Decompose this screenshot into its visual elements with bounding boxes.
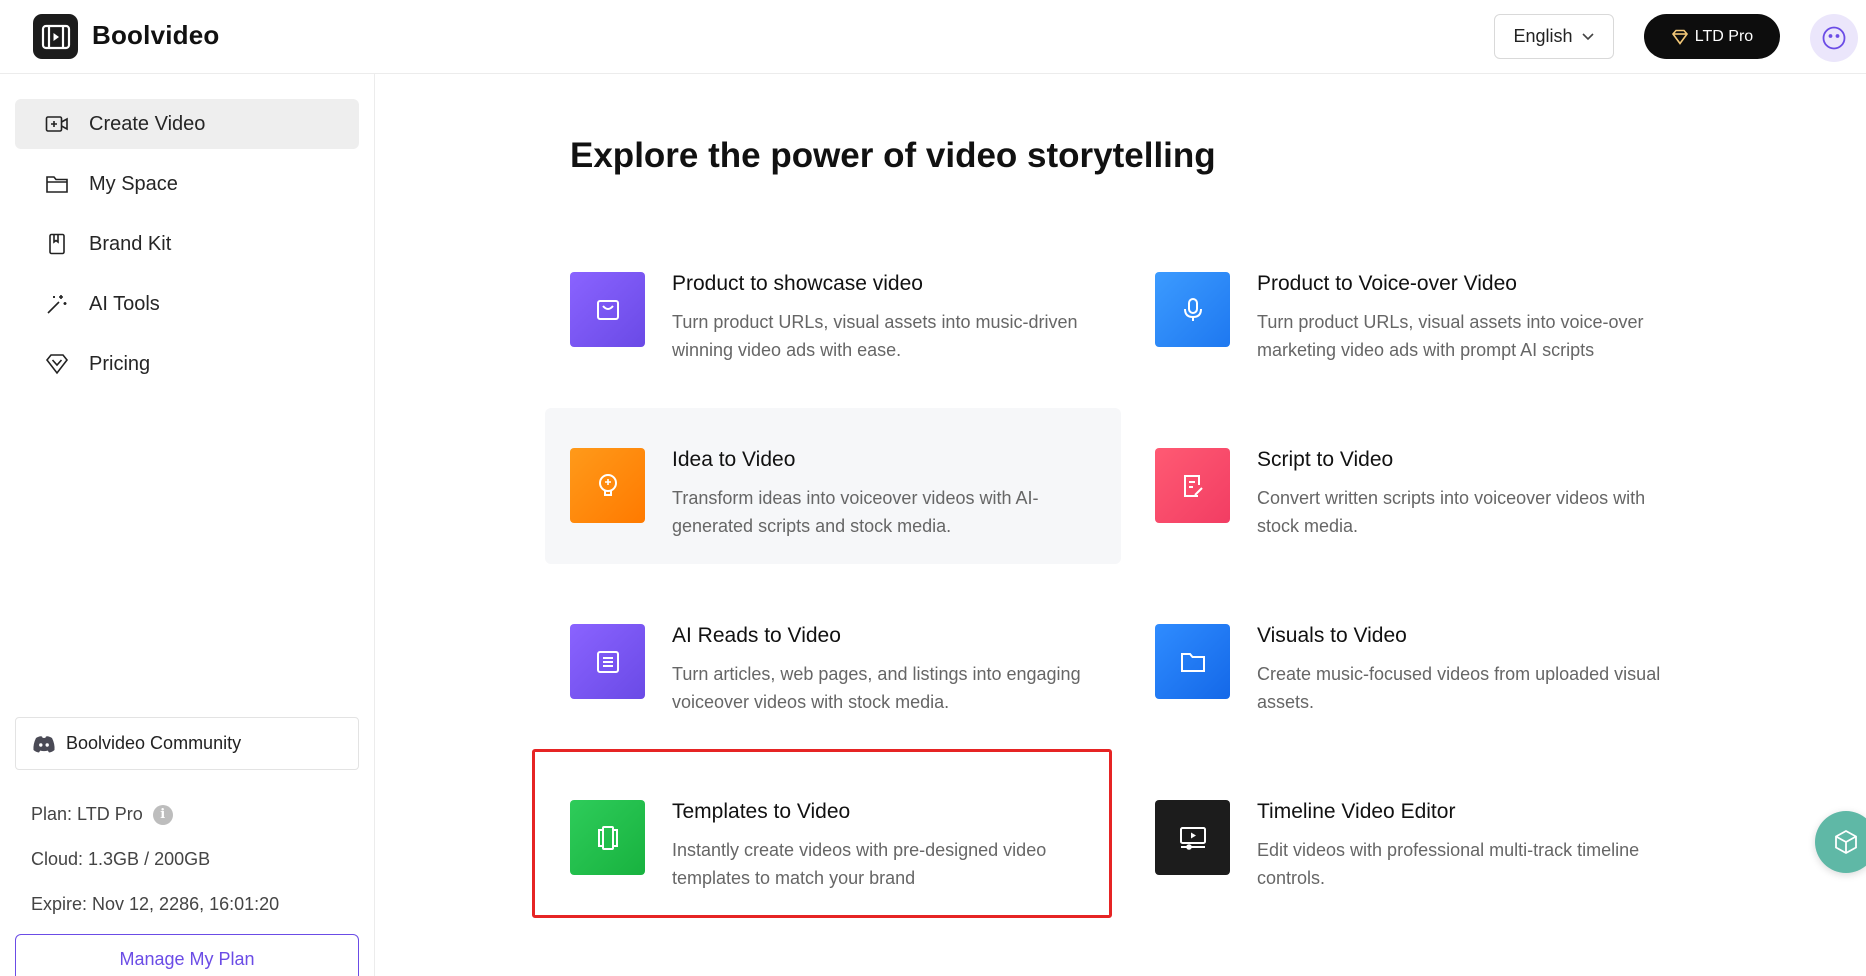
folder-icon <box>46 176 68 193</box>
card-product-to-voice-over-video[interactable]: Product to Voice-over Video Turn product… <box>1130 232 1706 388</box>
card-visuals-to-video[interactable]: Visuals to Video Create music-focused vi… <box>1130 584 1706 740</box>
info-icon[interactable]: i <box>152 804 173 825</box>
card-title: Templates to Video <box>672 800 851 823</box>
template-icon <box>570 800 645 875</box>
sidebar-item-label: My Space <box>89 172 178 195</box>
card-script-to-video[interactable]: Script to Video Convert written scripts … <box>1130 408 1706 564</box>
floating-help-button[interactable] <box>1815 811 1866 873</box>
sidebar-item-my-space[interactable]: My Space <box>15 159 359 209</box>
cloud-usage: Cloud: 1.3GB / 200GB <box>31 849 210 870</box>
shopping-bag-icon <box>570 272 645 347</box>
discord-icon <box>33 735 55 752</box>
card-ai-reads-to-video[interactable]: AI Reads to Video Turn articles, web pag… <box>545 584 1121 740</box>
lightbulb-icon <box>570 448 645 523</box>
card-title: AI Reads to Video <box>672 624 841 647</box>
manage-plan-button[interactable]: Manage My Plan <box>15 934 359 976</box>
card-templates-to-video[interactable]: Templates to Video Instantly create vide… <box>545 760 1121 916</box>
sidebar-item-label: Create Video <box>89 112 206 135</box>
script-edit-icon <box>1155 448 1230 523</box>
video-plus-icon <box>45 116 68 132</box>
card-description: Convert written scripts into voiceover v… <box>1257 488 1646 536</box>
folder-icon <box>1155 624 1230 699</box>
language-label: English <box>1513 26 1573 46</box>
community-label: Boolvideo Community <box>66 733 242 753</box>
card-title: Product to showcase video <box>672 272 923 295</box>
card-title: Idea to Video <box>672 448 796 471</box>
sidebar-item-pricing[interactable]: Pricing <box>15 339 359 389</box>
card-description: Instantly create videos with pre-designe… <box>672 840 1047 888</box>
ltd-pro-label: LTD Pro <box>1694 27 1754 45</box>
card-description: Transform ideas into voiceover videos wi… <box>672 488 1039 536</box>
card-description: Turn product URLs, visual assets into mu… <box>672 312 1078 360</box>
diamond-icon <box>1671 29 1688 45</box>
card-description: Turn product URLs, visual assets into vo… <box>1257 312 1644 360</box>
card-title: Timeline Video Editor <box>1257 800 1456 823</box>
plan-label: Plan: LTD Pro <box>31 804 143 824</box>
cube-icon <box>1835 829 1857 855</box>
timeline-editor-icon <box>1155 800 1230 875</box>
bookmark-icon <box>49 233 65 255</box>
logo-icon[interactable] <box>33 14 78 59</box>
page-title: Explore the power of video storytelling <box>570 136 1216 175</box>
language-select[interactable]: English <box>1494 14 1614 59</box>
smiley-face-icon <box>1822 26 1846 50</box>
community-link[interactable]: Boolvideo Community <box>15 717 359 770</box>
card-product-to-showcase-video[interactable]: Product to showcase video Turn product U… <box>545 232 1121 388</box>
sidebar-item-label: Pricing <box>89 352 151 375</box>
card-idea-to-video[interactable]: Idea to Video Transform ideas into voice… <box>545 408 1121 564</box>
brand-name[interactable]: Boolvideo <box>92 20 219 51</box>
sidebar-item-create-video[interactable]: Create Video <box>15 99 359 149</box>
avatar[interactable] <box>1810 14 1858 62</box>
plan-info: Plan: LTD Pro i <box>31 804 173 825</box>
card-title: Script to Video <box>1257 448 1394 471</box>
card-description: Edit videos with professional multi-trac… <box>1257 840 1640 888</box>
ltd-pro-button[interactable]: LTD Pro <box>1644 14 1780 59</box>
card-timeline-video-editor[interactable]: Timeline Video Editor Edit videos with p… <box>1130 760 1706 916</box>
article-icon <box>570 624 645 699</box>
chevron-down-icon <box>1581 32 1594 40</box>
magic-wand-icon <box>47 295 67 314</box>
expire-info: Expire: Nov 12, 2286, 16:01:20 <box>31 894 279 915</box>
card-description: Create music-focused videos from uploade… <box>1257 664 1661 712</box>
card-description: Turn articles, web pages, and listings i… <box>672 664 1081 712</box>
diamond-icon <box>45 354 69 375</box>
sidebar: Create Video My Space Brand Kit AI Tools… <box>0 74 375 976</box>
expire-label: Expire: Nov 12, 2286, 16:01:20 <box>31 894 280 914</box>
sidebar-item-label: AI Tools <box>89 292 160 315</box>
sidebar-item-brand-kit[interactable]: Brand Kit <box>15 219 359 269</box>
top-header: Boolvideo English LTD Pro <box>0 0 1866 74</box>
cloud-label: Cloud: 1.3GB / 200GB <box>31 849 211 869</box>
sidebar-item-ai-tools[interactable]: AI Tools <box>15 279 359 329</box>
card-title: Visuals to Video <box>1257 624 1407 647</box>
microphone-icon <box>1155 272 1230 347</box>
card-title: Product to Voice-over Video <box>1257 272 1517 295</box>
sidebar-item-label: Brand Kit <box>89 232 172 255</box>
